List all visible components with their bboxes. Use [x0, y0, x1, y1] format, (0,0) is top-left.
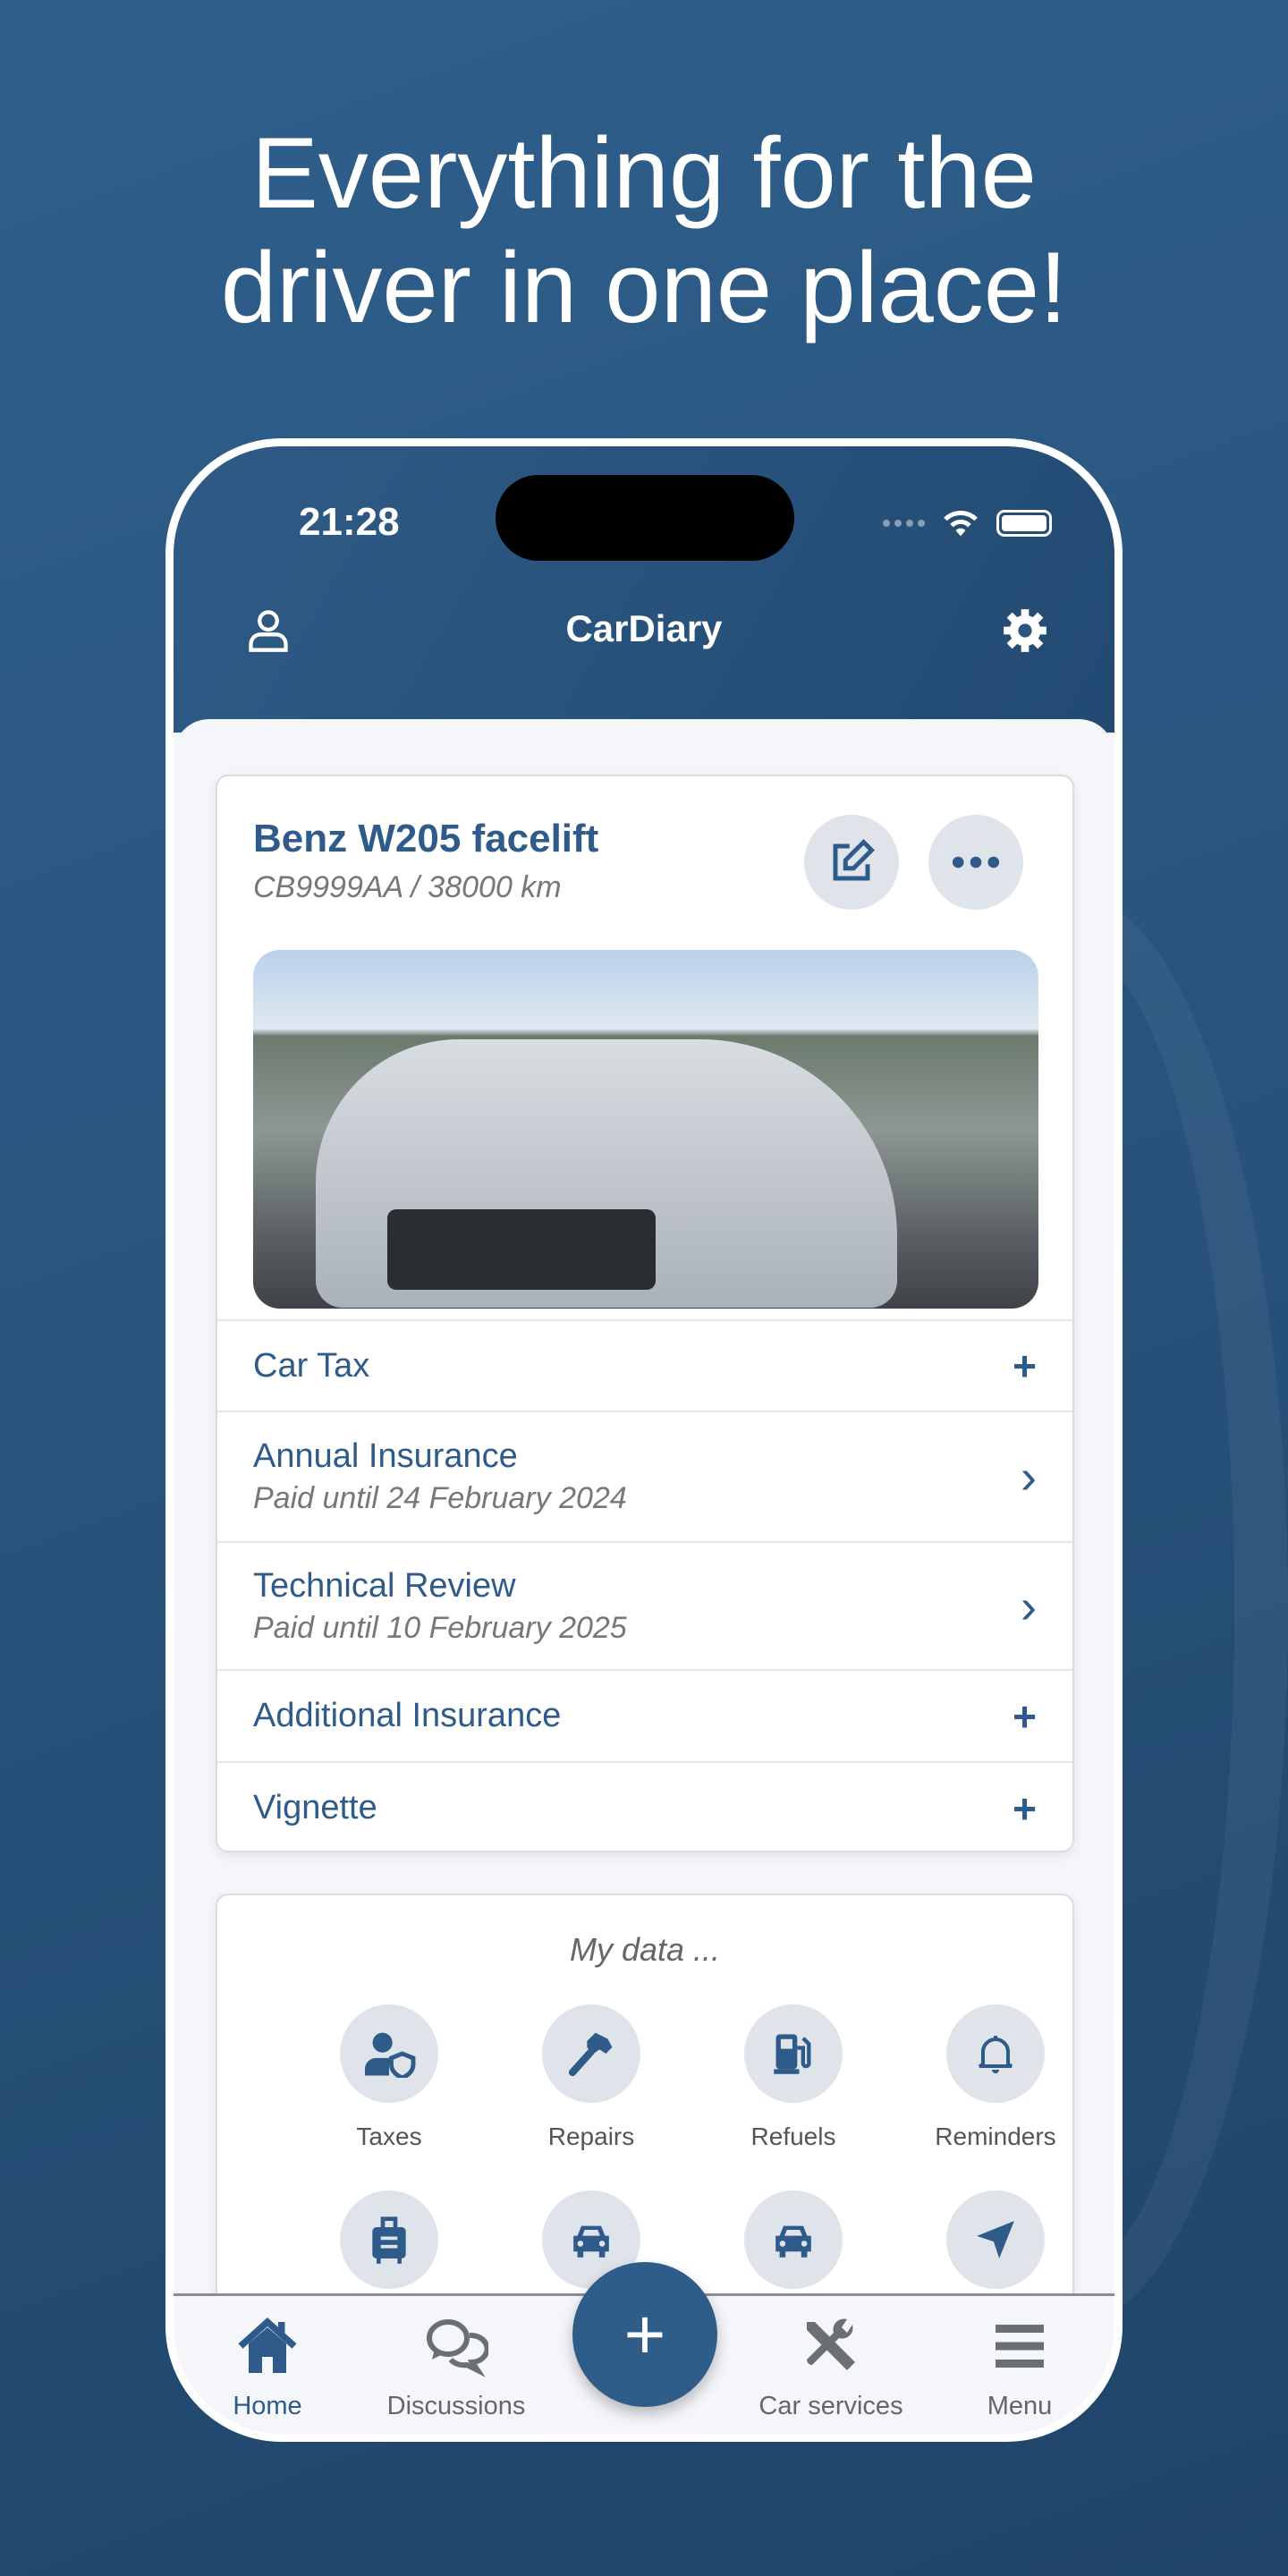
status-time: 21:28 — [299, 500, 400, 544]
tools-icon — [807, 2318, 855, 2370]
tab-home[interactable]: Home — [174, 2314, 366, 2421]
tile-navigation[interactable] — [906, 2190, 1085, 2309]
row-label: Annual Insurance — [253, 1437, 518, 1475]
tile-trips[interactable] — [300, 2190, 479, 2309]
tile-car-2[interactable] — [704, 2190, 883, 2309]
tile-label: Reminders — [935, 2123, 1056, 2150]
headline: Everything for the driver in one place! — [0, 116, 1288, 345]
tab-menu[interactable]: Menu — [921, 2314, 1114, 2421]
status-icons — [883, 507, 1052, 539]
row-additional-insurance[interactable]: Additional Insurance + — [217, 1669, 1072, 1761]
battery-icon — [996, 510, 1052, 537]
car-card: Benz W205 facelift CB9999AA / 38000 km C… — [216, 775, 1074, 1852]
tile-reminders[interactable]: Reminders — [906, 2004, 1085, 2151]
dynamic-island — [496, 475, 794, 561]
tile-label: Repairs — [547, 2123, 635, 2150]
app-header: 21:28 CarDiary — [174, 446, 1114, 733]
gear-icon[interactable] — [1002, 607, 1048, 654]
ellipsis-icon — [952, 856, 1000, 869]
headline-line-1: Everything for the — [251, 117, 1037, 229]
tab-discussions[interactable]: Discussions — [358, 2314, 555, 2421]
my-data-title: My data ... — [569, 1931, 721, 1968]
hamburger-menu-icon — [996, 2325, 1044, 2368]
hammer-icon — [568, 2032, 613, 2077]
more-options-button[interactable] — [928, 815, 1023, 910]
content-area: Benz W205 facelift CB9999AA / 38000 km C… — [174, 719, 1114, 2434]
add-button[interactable]: + — [572, 2262, 717, 2407]
row-label: Technical Review — [253, 1566, 516, 1605]
user-shield-icon — [365, 2032, 416, 2078]
car-name: Benz W205 facelift — [253, 817, 599, 860]
chevron-right-icon[interactable]: › — [1021, 1579, 1037, 1634]
tile-repairs[interactable]: Repairs — [502, 2004, 681, 2151]
tile-refuels[interactable]: Refuels — [704, 2004, 883, 2151]
tab-label: Car services — [758, 2392, 903, 2420]
row-vignette[interactable]: Vignette + — [217, 1761, 1072, 1853]
car-icon — [775, 2225, 811, 2258]
car-photo — [253, 950, 1038, 1309]
fuel-pump-icon — [774, 2034, 811, 2074]
tab-label: Home — [233, 2392, 302, 2420]
edit-car-button[interactable] — [804, 815, 899, 910]
suitcase-icon — [372, 2216, 406, 2264]
home-icon — [238, 2317, 297, 2373]
bell-icon — [979, 2036, 1013, 2073]
row-label: Additional Insurance — [253, 1697, 562, 1734]
plus-icon[interactable]: + — [1013, 1784, 1037, 1833]
row-annual-insurance[interactable]: Annual Insurance Paid until 24 February 2… — [217, 1411, 1072, 1541]
tab-label: Menu — [987, 2392, 1053, 2420]
row-label: Car Tax — [253, 1346, 370, 1385]
headline-line-2: driver in one place! — [220, 232, 1068, 343]
car-icon — [573, 2225, 609, 2258]
location-arrow-icon — [977, 2221, 1014, 2258]
plus-icon[interactable]: + — [1013, 1342, 1037, 1390]
signal-icon — [883, 520, 925, 527]
row-label: Vignette — [253, 1789, 377, 1826]
tab-label: Discussions — [386, 2392, 526, 2420]
edit-icon — [833, 838, 876, 881]
chevron-right-icon[interactable]: › — [1021, 1449, 1037, 1504]
tile-label: Refuels — [750, 2123, 836, 2150]
row-sub: Paid until 24 February 2024 — [253, 1481, 627, 1515]
row-technical-review[interactable]: Technical Review Paid until 10 February 2… — [217, 1541, 1072, 1669]
row-car-tax[interactable]: Car Tax + — [217, 1319, 1072, 1411]
app-title: CarDiary — [565, 607, 723, 649]
wifi-icon — [944, 510, 978, 537]
discussions-icon — [427, 2319, 490, 2377]
car-plate-mileage: CB9999AA / 38000 km — [253, 870, 562, 904]
plus-icon[interactable]: + — [1013, 1692, 1037, 1741]
phone-frame: 21:28 CarDiary Benz W205 facelift CB9999… — [165, 438, 1123, 2442]
tile-label: Taxes — [356, 2123, 422, 2150]
car-grille — [387, 1209, 656, 1290]
tile-taxes[interactable]: Taxes — [300, 2004, 479, 2151]
tab-car-services[interactable]: Car services — [733, 2314, 929, 2421]
row-sub: Paid until 10 February 2025 — [253, 1610, 627, 1645]
